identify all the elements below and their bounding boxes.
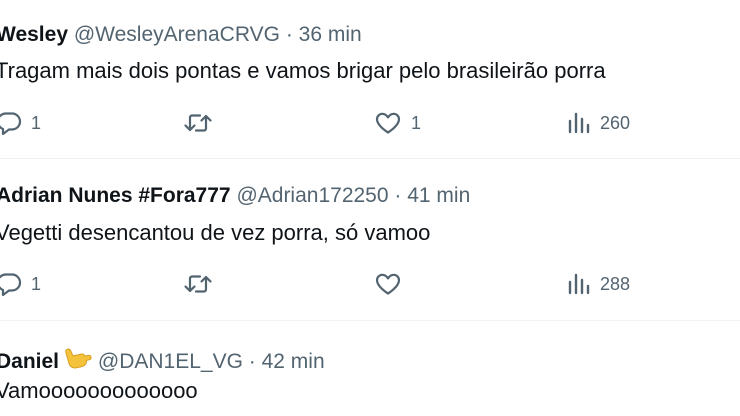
reply-count: 1: [31, 112, 42, 133]
separator: ·: [285, 23, 293, 46]
like-count: 1: [411, 112, 422, 133]
views-icon: [568, 273, 590, 295]
author-handle[interactable]: @Adrian172250: [236, 184, 388, 207]
tweet-text: Vegetti desencantou de vez porra, só vam…: [0, 220, 431, 245]
tweet-text: Vamooooooooooooo: [0, 378, 198, 403]
author-handle[interactable]: @WesleyArenaCRVG: [74, 23, 280, 46]
heart-icon: [375, 273, 401, 295]
views-button[interactable]: 260: [567, 111, 630, 135]
retweet-icon: [184, 114, 212, 132]
heart-icon: [375, 112, 401, 134]
reply-button[interactable]: 1: [0, 272, 41, 296]
author-handle[interactable]: @DAN1EL_VG: [98, 350, 243, 373]
call-me-hand-emoji: [62, 345, 92, 378]
views-icon: [568, 112, 590, 134]
timestamp[interactable]: 36 min: [299, 23, 362, 46]
tweet-1[interactable]: Wesley @WesleyArenaCRVG · 36 min Tragam …: [0, 0, 740, 158]
tweet-header: Adrian Nunes #Fora777 @Adrian172250 · 41…: [0, 183, 470, 209]
tweet-header: Daniel @DAN1EL_VG · 42 min: [0, 345, 325, 378]
views-count: 260: [600, 112, 631, 133]
views-button[interactable]: 288: [567, 272, 630, 296]
reply-button[interactable]: 1: [0, 111, 41, 135]
retweet-icon: [184, 275, 212, 293]
separator: ·: [394, 184, 402, 207]
retweet-button[interactable]: [183, 272, 222, 296]
author-name[interactable]: Adrian Nunes #Fora777: [0, 184, 231, 207]
tweet-actions: 1 1 260: [0, 109, 740, 139]
retweet-button[interactable]: [183, 111, 222, 135]
author-name[interactable]: Wesley: [0, 23, 68, 46]
separator: ·: [248, 350, 256, 373]
tweet-2[interactable]: Adrian Nunes #Fora777 @Adrian172250 · 41…: [0, 159, 740, 319]
tweet-text: Tragam mais dois pontas e vamos brigar p…: [0, 58, 606, 83]
reply-count: 1: [31, 273, 42, 294]
timestamp[interactable]: 42 min: [262, 350, 325, 373]
author-name[interactable]: Daniel: [0, 350, 59, 373]
tweet-actions: 1 288: [0, 270, 740, 300]
timestamp[interactable]: 41 min: [407, 184, 470, 207]
views-count: 288: [600, 273, 631, 294]
tweet-3[interactable]: Daniel @DAN1EL_VG · 42 min Vamoooooooooo…: [0, 321, 740, 416]
like-button[interactable]: [374, 272, 411, 296]
reply-icon: [0, 273, 22, 296]
reply-icon: [0, 112, 22, 135]
like-button[interactable]: 1: [374, 111, 421, 135]
tweet-header: Wesley @WesleyArenaCRVG · 36 min: [0, 22, 362, 48]
